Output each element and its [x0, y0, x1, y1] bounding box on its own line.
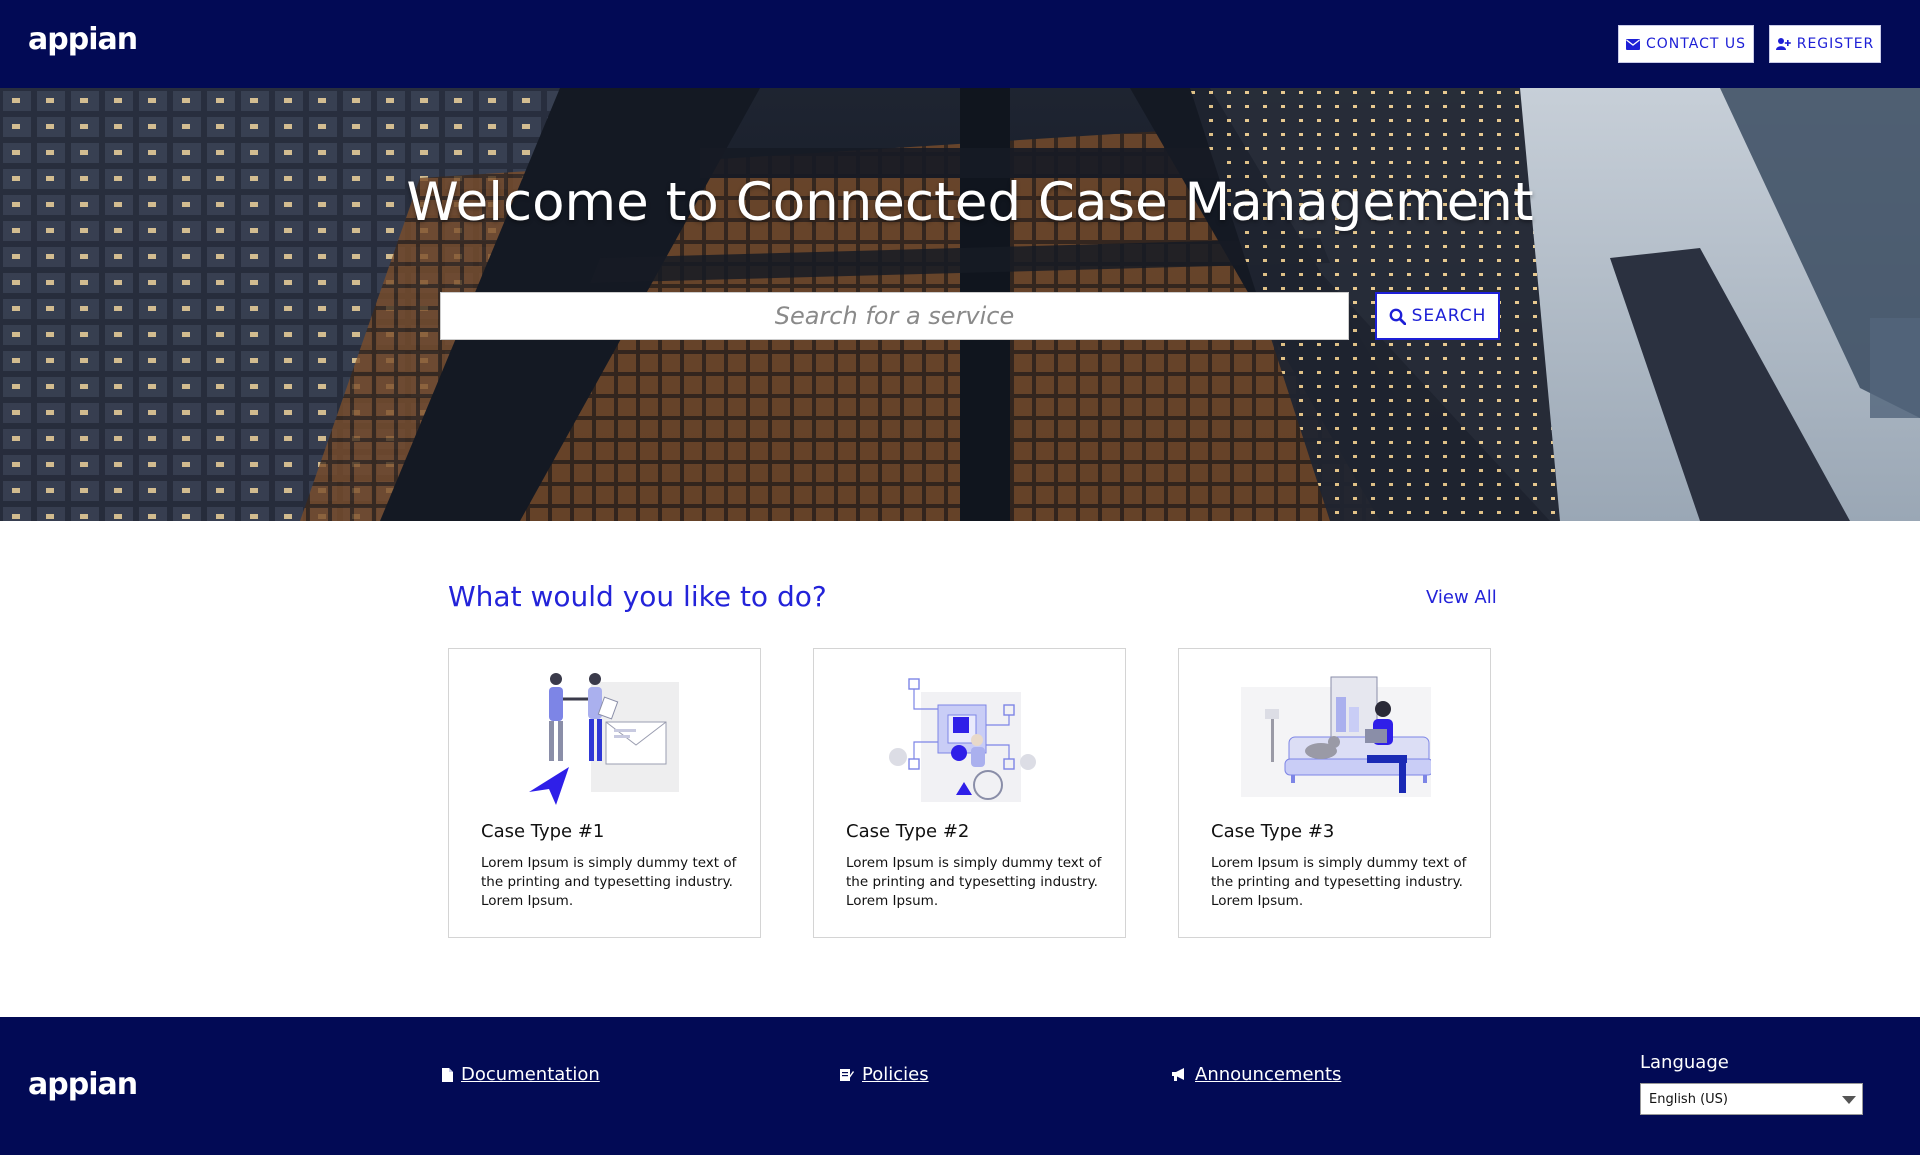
view-all-link[interactable]: View All	[1426, 587, 1497, 608]
documentation-label: Documentation	[461, 1064, 600, 1085]
handshake-illustration	[529, 673, 679, 805]
footer-appian-logo[interactable]: appian	[28, 1067, 138, 1102]
page-footer: appian Documentation Policies Announceme…	[0, 1017, 1920, 1155]
remote-work-illustration	[1241, 676, 1431, 797]
service-search-input[interactable]	[440, 292, 1349, 340]
case-card-1[interactable]: Case Type #1 Lorem Ipsum is simply dummy…	[448, 648, 761, 938]
search-button[interactable]: SEARCH	[1375, 292, 1500, 340]
hero-banner: Welcome to Connected Case Management SEA…	[0, 88, 1920, 521]
workflow-illustration	[889, 678, 1036, 802]
search-label: SEARCH	[1411, 306, 1487, 326]
language-select[interactable]: English (US)	[1640, 1083, 1863, 1115]
appian-logo[interactable]: appian	[28, 22, 138, 57]
language-selected-value: English (US)	[1649, 1091, 1728, 1107]
user-plus-icon	[1775, 38, 1791, 50]
policies-link[interactable]: Policies	[840, 1064, 929, 1085]
announcements-label: Announcements	[1195, 1064, 1342, 1085]
top-header: appian CONTACT US REGISTER	[0, 0, 1920, 88]
contact-us-label: CONTACT US	[1646, 36, 1746, 52]
envelope-icon	[1626, 38, 1640, 50]
language-label: Language	[1640, 1052, 1729, 1073]
announcements-link[interactable]: Announcements	[1172, 1064, 1341, 1085]
case-card-2[interactable]: Case Type #2 Lorem Ipsum is simply dummy…	[813, 648, 1126, 938]
policies-label: Policies	[862, 1064, 929, 1085]
hero-title: Welcome to Connected Case Management	[406, 172, 1534, 233]
case-card-title: Case Type #1	[481, 821, 605, 842]
section-heading: What would you like to do?	[448, 580, 827, 613]
case-card-title: Case Type #2	[846, 821, 970, 842]
magnifier-icon	[1389, 308, 1406, 325]
case-card-title: Case Type #3	[1211, 821, 1335, 842]
document-icon	[442, 1067, 453, 1082]
register-button[interactable]: REGISTER	[1769, 25, 1881, 63]
chevron-down-icon	[1842, 1096, 1856, 1104]
register-label: REGISTER	[1796, 36, 1875, 52]
megaphone-icon	[1172, 1068, 1184, 1081]
documentation-link[interactable]: Documentation	[442, 1064, 600, 1085]
case-card-description: Lorem Ipsum is simply dummy text of the …	[846, 855, 1102, 909]
policy-icon	[840, 1069, 854, 1081]
case-card-description: Lorem Ipsum is simply dummy text of the …	[1211, 855, 1467, 909]
case-card-description: Lorem Ipsum is simply dummy text of the …	[481, 855, 737, 909]
contact-us-button[interactable]: CONTACT US	[1618, 25, 1754, 63]
case-card-3[interactable]: Case Type #3 Lorem Ipsum is simply dummy…	[1178, 648, 1491, 938]
